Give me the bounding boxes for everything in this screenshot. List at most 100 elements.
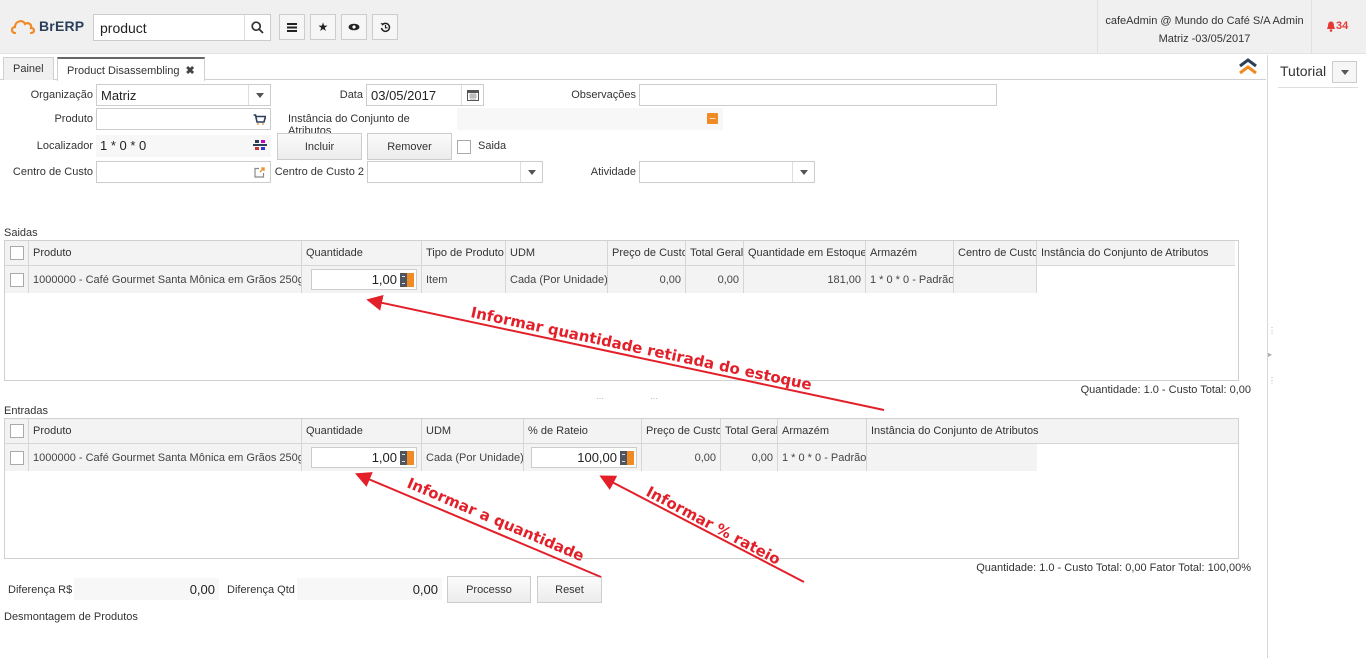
saidas-header-row: Produto Quantidade Tipo de Produto UDM P… [5,241,1235,266]
organizacao-select[interactable]: Matriz [96,84,271,106]
atividade-dropdown-button[interactable] [792,162,814,182]
double-chevron-up-icon [1239,58,1257,75]
star-icon: ★ [317,20,329,34]
open-centro-custo-button[interactable] [248,162,270,182]
column-header[interactable]: Armazém [778,419,867,443]
bell-icon [1327,21,1335,32]
column-header[interactable]: Instância do Conjunto de Atributos [867,419,1238,443]
atividade-select[interactable] [639,161,815,183]
calculator-icon[interactable] [620,450,634,465]
tutorial-dropdown[interactable] [1332,61,1357,83]
caret-down-icon [255,92,264,98]
tab-product-disassembling[interactable]: Product Disassembling ✖ [57,57,205,81]
column-header[interactable]: Quantidade [302,419,422,443]
centro-custo2-dropdown-button[interactable] [520,162,542,182]
quantidade-cell: 1,00 [302,266,422,293]
row-checkbox[interactable] [9,450,24,465]
tab-label: Painel [13,63,44,75]
row-checkbox[interactable] [9,272,24,287]
global-search-input[interactable] [94,15,244,40]
select-all-checkbox[interactable] [9,424,24,438]
collapse-button[interactable] [1237,57,1259,77]
top-header: BrERP ★ cafeAdmin @ Mundo do Café S/A Ad… [0,0,1366,54]
produto-search-field[interactable] [96,108,271,130]
processo-button[interactable]: Processo [447,576,531,603]
instancia-cell [1037,266,1235,293]
history-button[interactable] [372,14,398,40]
close-tab-icon[interactable]: ✖ [186,65,195,77]
select-all-checkbox[interactable] [9,246,24,260]
entradas-summary: Quantidade: 1.0 - Custo Total: 0,00 Fato… [976,562,1251,574]
organizacao-dropdown-button[interactable] [248,85,270,105]
column-header[interactable]: Total Geral [686,241,744,265]
column-header[interactable]: Instância do Conjunto de Atributos [1037,241,1235,265]
column-header[interactable]: Preço de Custo [642,419,721,443]
brerp-logo[interactable]: BrERP [10,16,84,36]
localizador-label: Localizador [36,140,93,152]
atividade-label: Atividade [590,166,636,178]
attribute-instance-button[interactable] [701,108,723,128]
instancia-field[interactable] [457,108,723,130]
search-icon [251,21,264,34]
panel-splitter[interactable]: ⋮ ▸ ⋮ [1266,326,1276,396]
column-header[interactable]: Produto [29,419,302,443]
column-header[interactable]: Centro de Custo [954,241,1037,265]
product-lookup-button[interactable] [248,109,270,129]
caret-down-icon [799,169,808,175]
data-date-field[interactable]: 03/05/2017 [366,84,484,106]
menu-icon [287,22,297,32]
search-box [93,14,271,41]
calculator-icon[interactable] [400,450,414,465]
recent-button[interactable] [341,14,367,40]
column-header[interactable]: UDM [422,419,524,443]
column-header[interactable]: Armazém [866,241,954,265]
centro-custo-field[interactable] [96,161,271,183]
reset-button[interactable]: Reset [537,576,602,603]
saida-checkbox[interactable] [457,140,471,154]
notification-count: 34 [1336,20,1349,32]
centro-cell [954,266,1037,293]
column-header[interactable]: Quantidade em Estoque [744,241,866,265]
menu-button[interactable] [279,14,305,40]
logo-text: BrERP [39,18,85,34]
calendar-button[interactable] [461,85,483,105]
favorites-button[interactable]: ★ [310,14,336,40]
grid-resize-handle[interactable]: ⋯ [596,394,604,403]
entradas-grid: Produto Quantidade UDM % de Rateio Preço… [4,418,1239,559]
total-cell: 0,00 [686,266,744,293]
quantidade-input[interactable]: 1,00 [311,447,417,468]
column-header[interactable]: Preço de Custo [608,241,686,265]
search-button[interactable] [244,15,270,40]
expand-arrow-icon[interactable]: ▸ [1268,350,1272,359]
column-header[interactable]: Quantidade [302,241,422,265]
incluir-button[interactable]: Incluir [277,133,362,160]
column-header[interactable]: UDM [506,241,608,265]
notifications-button[interactable]: 34 [1326,20,1348,32]
column-header[interactable]: % de Rateio [524,419,642,443]
remover-button[interactable]: Remover [367,133,452,160]
tab-painel[interactable]: Painel [3,57,54,80]
saidas-grid: Produto Quantidade Tipo de Produto UDM P… [4,240,1239,381]
rateio-input[interactable]: 100,00 [531,447,637,468]
caret-down-icon [527,169,536,175]
diferenca-qtd-label: Diferença Qtd [227,584,295,596]
user-context[interactable]: cafeAdmin @ Mundo do Café S/A Admin Matr… [1097,0,1312,54]
table-row[interactable]: 1000000 - Café Gourmet Santa Mônica em G… [5,266,1235,293]
instancia-cell [867,444,1037,471]
grid-resize-handle[interactable]: ⋯ [650,394,658,403]
caret-down-icon [1340,69,1349,75]
localizador-field[interactable]: 1 * 0 * 0 [96,135,271,157]
column-header[interactable]: Tipo de Produto [422,241,506,265]
entradas-title: Entradas [4,405,49,417]
calculator-icon[interactable] [400,272,414,287]
armazem-cell: 1 * 0 * 0 - Padrão [778,444,867,471]
locator-button[interactable] [249,135,271,155]
select-all-cell [5,241,29,265]
column-header[interactable]: Total Geral [721,419,778,443]
quantidade-input[interactable]: 1,00 [311,269,417,290]
table-row[interactable]: 1000000 - Café Gourmet Santa Mônica em G… [5,444,1037,471]
centro-custo2-select[interactable] [367,161,543,183]
diferenca-qtd-field: 0,00 [297,578,442,600]
observacoes-input[interactable] [639,84,997,106]
column-header[interactable]: Produto [29,241,302,265]
